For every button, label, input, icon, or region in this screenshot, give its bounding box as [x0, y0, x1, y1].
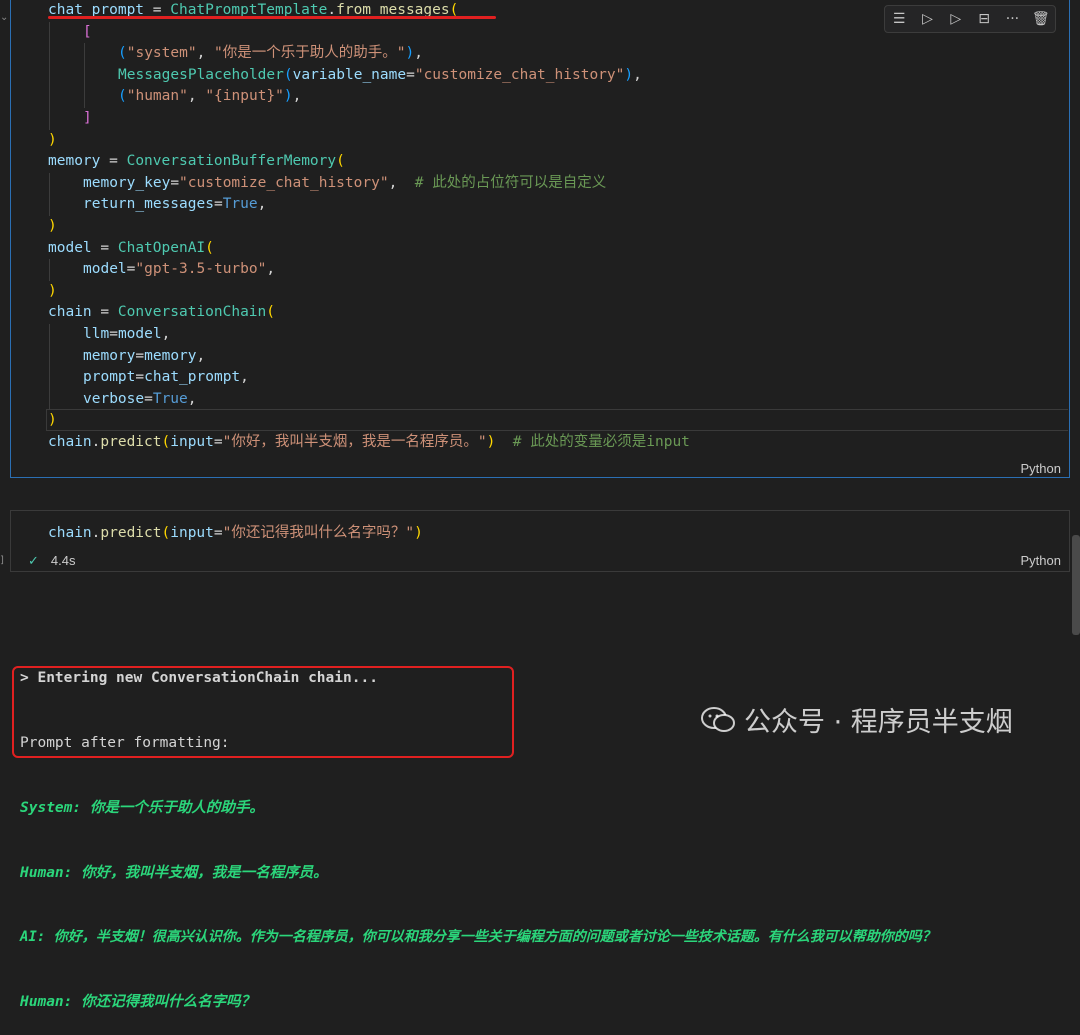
code-line[interactable]: verbose=True,	[48, 389, 690, 411]
code-line[interactable]: llm=model,	[48, 324, 690, 346]
code-line[interactable]: memory = ConversationBufferMemory(	[48, 151, 690, 173]
code-line[interactable]: model="gpt-3.5-turbo",	[48, 259, 690, 281]
code-line[interactable]: ]	[48, 108, 690, 130]
code-line[interactable]: chain.predict(input="你还记得我叫什么名字吗？")	[48, 523, 423, 545]
code-line[interactable]: return_messages=True,	[48, 194, 690, 216]
indent-guide	[49, 172, 50, 216]
prompt-human-line: Human: 你好，我叫半支烟，我是一名程序员。	[20, 864, 328, 881]
cell-toolbar: ☰ ▷ ▷ ⊟ ··· 🗑	[884, 5, 1056, 33]
indent-guide	[84, 43, 85, 108]
cell-language-label[interactable]: Python	[1021, 461, 1061, 476]
more-actions-icon[interactable]: ···	[1001, 11, 1023, 27]
code-line[interactable]: chain = ConversationChain(	[48, 302, 690, 324]
code-line[interactable]: prompt=chat_prompt,	[48, 367, 690, 389]
annotation-underline	[48, 16, 496, 19]
cell-bracket-icon[interactable]: ]	[0, 555, 4, 566]
code-line[interactable]: ("human", "{input}"),	[48, 86, 690, 108]
split-cell-icon[interactable]: ⊟	[973, 11, 995, 27]
code-editor-1[interactable]: chat_prompt = ChatPromptTemplate.from_me…	[48, 0, 690, 453]
code-line[interactable]: memory=memory,	[48, 346, 690, 368]
annotation-box	[12, 666, 514, 758]
code-line[interactable]: )	[48, 281, 690, 303]
watermark: 公众号 · 程序员半支烟	[700, 700, 1013, 739]
run-by-line-icon[interactable]: ☰	[888, 11, 910, 27]
scrollbar[interactable]	[1072, 535, 1080, 635]
check-icon: ✓	[28, 553, 39, 568]
prompt-human-line: Human: 你还记得我叫什么名字吗？	[20, 994, 256, 1011]
code-line[interactable]: model = ChatOpenAI(	[48, 238, 690, 260]
execute-below-icon[interactable]: ▷	[945, 11, 967, 27]
execute-above-icon[interactable]: ▷	[916, 11, 938, 27]
code-line[interactable]: )	[48, 410, 690, 432]
watermark-text: 公众号 · 程序员半支烟	[744, 707, 1013, 738]
code-line[interactable]: )	[48, 216, 690, 238]
code-line[interactable]: chain.predict(input="你好，我叫半支烟，我是一名程序员。")…	[48, 432, 690, 454]
cell-language-label[interactable]: Python	[1021, 553, 1061, 568]
code-editor-2[interactable]: chain.predict(input="你还记得我叫什么名字吗？")	[48, 523, 423, 545]
execution-time: 4.4s	[50, 553, 76, 568]
code-line[interactable]: MessagesPlaceholder(variable_name="custo…	[48, 65, 690, 87]
code-line[interactable]: )	[48, 130, 690, 152]
indent-guide	[49, 259, 50, 281]
delete-cell-icon[interactable]: 🗑	[1030, 11, 1052, 27]
indent-guide	[49, 21, 50, 130]
code-line[interactable]: memory_key="customize_chat_history", # 此…	[48, 173, 690, 195]
indent-guide	[49, 324, 50, 411]
prompt-ai-line: AI: 你好，半支烟！很高兴认识你。作为一名程序员，你可以和我分享一些关于编程方…	[20, 929, 936, 946]
execution-status: ✓ 4.4s	[28, 553, 75, 569]
prompt-system-line: System: 你是一个乐于助人的助手。	[20, 799, 264, 816]
wechat-icon	[701, 706, 735, 732]
collapse-chevron-icon[interactable]: ⌄	[0, 12, 8, 23]
code-line[interactable]: [	[48, 22, 690, 44]
code-line[interactable]: ("system", "你是一个乐于助人的助手。"),	[48, 43, 690, 65]
